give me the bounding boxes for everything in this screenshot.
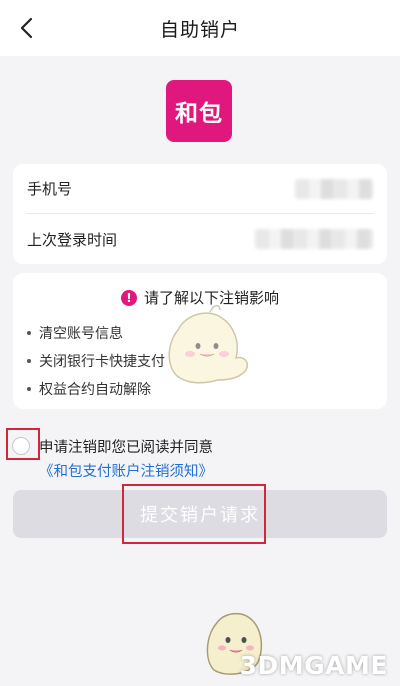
bullet-icon	[27, 387, 31, 391]
app-logo: 和包	[166, 80, 232, 142]
agreement-text: 申请注销即您已阅读并同意《和包支付账户注销须知》	[39, 436, 384, 484]
list-item: 清空账号信息	[27, 319, 165, 347]
agreement-link[interactable]: 《和包支付账户注销须知》	[39, 464, 213, 480]
notice-card: ! 请了解以下注销影响 清空账号信息 关闭银行卡快捷支付 权益合约自动解除	[13, 273, 387, 409]
agreement-statement: 申请注销即您已阅读并同意	[39, 440, 213, 456]
list-item-text: 权益合约自动解除	[39, 382, 151, 398]
watermark-text: 3DMGAME	[239, 651, 388, 680]
bullet-icon	[27, 331, 31, 335]
account-info-card: 手机号 上次登录时间	[13, 164, 387, 264]
submit-button-label: 提交销户请求	[140, 505, 260, 526]
back-button[interactable]	[10, 12, 42, 44]
last-login-row: 上次登录时间	[27, 214, 373, 264]
chevron-left-icon	[20, 17, 33, 39]
list-item: 权益合约自动解除	[27, 375, 165, 403]
list-item-text: 清空账号信息	[39, 326, 123, 342]
phone-label: 手机号	[27, 180, 73, 198]
notice-list: 清空账号信息 关闭银行卡快捷支付 权益合约自动解除	[27, 319, 165, 403]
submit-button[interactable]: 提交销户请求	[13, 490, 387, 538]
list-item: 关闭银行卡快捷支付	[27, 347, 165, 375]
logo-text: 和包	[175, 101, 223, 127]
list-item-text: 关闭银行卡快捷支付	[39, 354, 165, 370]
header-bar: 自助销户	[0, 0, 400, 56]
phone-value-blurred	[295, 178, 373, 199]
last-login-value-blurred	[255, 229, 373, 249]
agreement-radio[interactable]	[12, 437, 30, 455]
phone-row: 手机号	[27, 164, 373, 214]
notice-title: 请了解以下注销影响	[143, 289, 279, 307]
bullet-icon	[27, 359, 31, 363]
last-login-label: 上次登录时间	[27, 230, 118, 249]
page-title: 自助销户	[159, 18, 240, 41]
exclamation-icon: !	[120, 289, 137, 306]
notice-heading: ! 请了解以下注销影响	[13, 287, 387, 308]
